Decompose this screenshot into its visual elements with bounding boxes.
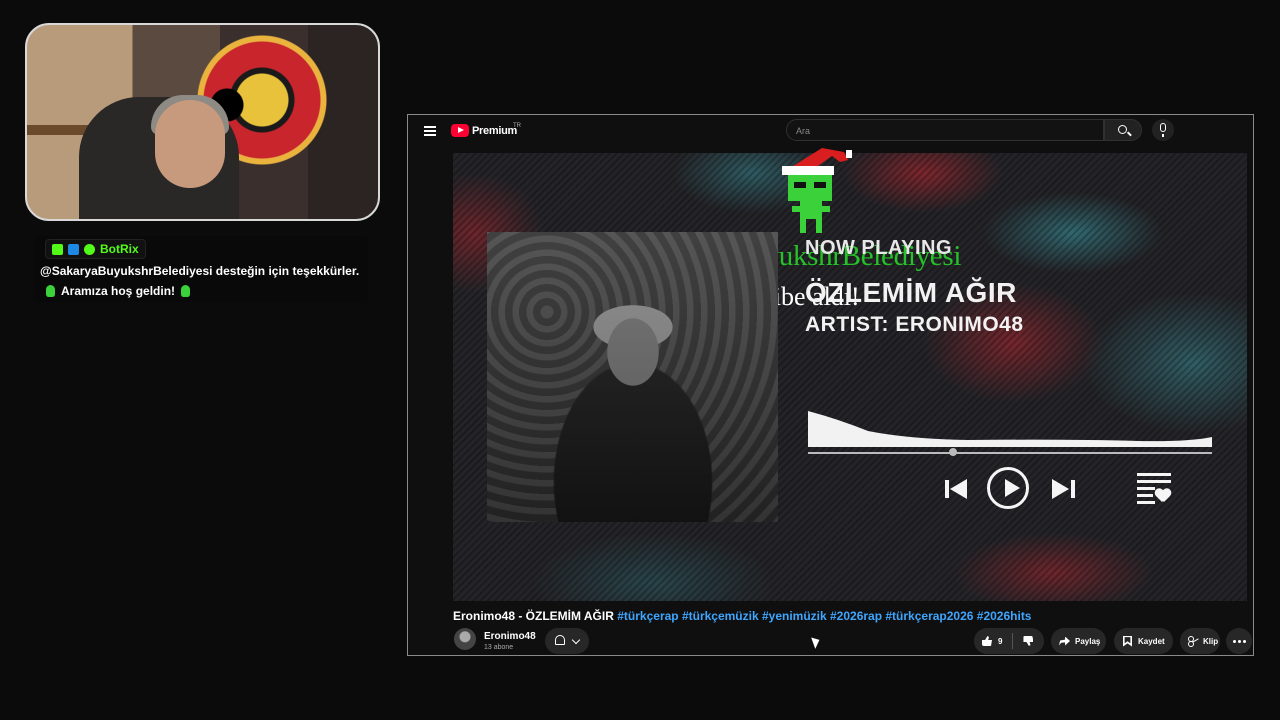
menu-icon[interactable]: [424, 126, 436, 136]
streamer-head: [155, 100, 225, 188]
save-button[interactable]: Kaydet: [1114, 628, 1173, 654]
chat-message-text: @SakaryaBuyukshrBelediyesi desteğin için…: [40, 261, 359, 301]
youtube-region: TR: [513, 123, 521, 129]
more-options-icon[interactable]: [1226, 628, 1252, 654]
microphone-icon[interactable]: [1152, 119, 1174, 141]
next-icon[interactable]: [1052, 479, 1076, 499]
thumbs-up-icon[interactable]: [982, 636, 992, 646]
youtube-logo-icon[interactable]: [451, 124, 469, 137]
chat-message-line2-text: Aramıza hoş geldin!: [61, 284, 176, 298]
chat-author-name: BotRix: [100, 242, 139, 256]
share-icon: [1059, 636, 1070, 646]
chat-message-line2: Aramıza hoş geldin!: [40, 281, 359, 301]
album-cover: [487, 232, 778, 522]
notification-button[interactable]: [545, 628, 589, 654]
bookmark-icon: [1123, 635, 1132, 647]
thumbs-down-icon[interactable]: [1023, 636, 1034, 646]
verified-badge-icon: [84, 243, 95, 255]
video-hashtags[interactable]: #türkçerap #türkçemüzik #yenimüzik #2026…: [617, 609, 1031, 623]
waveform: [808, 411, 1212, 447]
chat-author-row: BotRix: [45, 239, 146, 259]
now-playing-label: NOW PLAYING: [805, 237, 952, 259]
share-label: Paylaş: [1075, 636, 1101, 646]
video-title-text: Eronimo48 - ÖZLEMİM AĞIR: [453, 609, 614, 623]
clip-button[interactable]: Klip: [1180, 628, 1220, 654]
subscriber-count: 13 abone: [484, 644, 514, 651]
play-icon[interactable]: [987, 467, 1029, 509]
save-label: Kaydet: [1138, 636, 1165, 646]
search-input[interactable]: Ara: [786, 119, 1104, 141]
bell-icon: [555, 635, 565, 645]
song-title: ÖZLEMİM AĞIR: [805, 277, 1017, 308]
progress-track[interactable]: [808, 452, 1212, 454]
youtube-brand[interactable]: Premium: [472, 125, 517, 137]
album-cover-shade: [487, 232, 778, 522]
previous-icon[interactable]: [945, 479, 969, 499]
alien-santa-icon: [782, 148, 852, 233]
video-title: Eronimo48 - ÖZLEMİM AĞIR #türkçerap #tür…: [453, 609, 1031, 623]
bot-badge-icon: [68, 243, 79, 255]
alien-emote-icon: [181, 285, 191, 297]
like-dislike-group: 9: [974, 628, 1044, 654]
like-count[interactable]: 9: [998, 637, 1002, 646]
chat-message-box: BotRix @SakaryaBuyukshrBelediyesi desteğ…: [33, 236, 368, 302]
channel-avatar[interactable]: [454, 628, 476, 650]
share-button[interactable]: Paylaş: [1051, 628, 1106, 654]
progress-knob[interactable]: [949, 448, 958, 456]
webcam-feed: [25, 23, 380, 221]
search-icon[interactable]: [1104, 119, 1142, 141]
artist-line: ARTIST: ERONIMO48: [805, 313, 1024, 336]
chat-message-line1: @SakaryaBuyukshrBelediyesi desteğin için…: [40, 264, 360, 278]
like-divider: [1012, 633, 1014, 649]
channel-name[interactable]: Eronimo48: [484, 631, 536, 642]
clip-label: Klip: [1203, 636, 1219, 646]
kick-badge-icon: [52, 243, 63, 255]
playlist-heart-icon[interactable]: [1137, 473, 1173, 507]
scissors-icon: [1188, 636, 1199, 647]
alien-emote-icon: [46, 285, 55, 297]
chevron-down-icon: [571, 635, 581, 645]
